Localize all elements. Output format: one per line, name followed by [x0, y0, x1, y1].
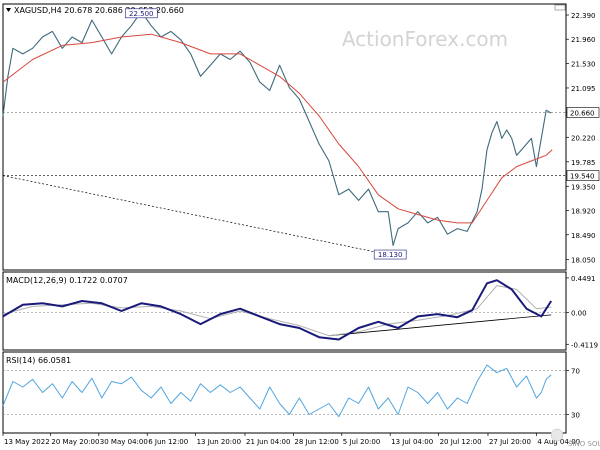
x-tick-label: 27 Jul 20:00 [489, 438, 531, 446]
y-tick-label: 19.785 [571, 159, 596, 167]
annotation-label: 22.500 [129, 10, 154, 18]
y-tick-label: 18.490 [571, 232, 596, 240]
macd-header: MACD(12,26,9) 0.1722 0.0707 [6, 276, 128, 285]
price-annotation: 18.130 [373, 249, 407, 260]
x-tick-label: 6 Jun 12:00 [148, 438, 188, 446]
x-tick-label: 20 Jul 12:00 [440, 438, 482, 446]
x-tick-label: 28 Jun 12:00 [294, 438, 338, 446]
y-tick-label: 0.4491 [571, 275, 596, 283]
annotation-label: 18.130 [378, 251, 403, 259]
rsi-header: RSI(14) 66.0581 [6, 356, 71, 365]
y-tick-label: 0.00 [571, 310, 587, 318]
x-tick-label: 13 Jul 04:00 [391, 438, 433, 446]
y-tick-label: 30 [571, 412, 580, 420]
symbol-header: XAGUSD,H4 20.678 20.686 20.653 20.660 [14, 6, 184, 15]
y-tick-label: 18.920 [571, 208, 596, 216]
level-label: 19.540 [570, 173, 595, 181]
y-tick-label: 21.960 [571, 36, 596, 44]
logo-text: SINO SOUND [568, 440, 600, 448]
x-tick-label: 13 Jun 20:00 [197, 438, 241, 446]
x-tick-label: 21 Jun 04:00 [246, 438, 290, 446]
price-annotation: 22.500 [124, 8, 158, 19]
y-tick-label: 20.220 [571, 134, 596, 142]
y-tick-label: 21.530 [571, 60, 596, 68]
forex-chart: ActionForex.com XAGUSD,H4 20.678 20.686 … [0, 0, 600, 450]
last-price-label: 20.660 [570, 109, 595, 117]
y-tick-label: 70 [571, 368, 580, 376]
y-tick-label: 18.050 [571, 257, 596, 265]
x-tick-label: 13 May 2022 [4, 438, 50, 446]
y-tick-label: 22.390 [571, 12, 596, 20]
x-tick-label: 5 Jul 20:00 [343, 438, 381, 446]
watermark: ActionForex.com [342, 27, 508, 51]
y-tick-label: -0.4119 [571, 341, 598, 349]
x-tick-label: 20 May 20:00 [51, 438, 99, 446]
y-tick-label: 21.095 [571, 85, 596, 93]
y-tick-label: 19.350 [571, 183, 596, 191]
x-tick-label: 30 May 04:00 [100, 438, 148, 446]
